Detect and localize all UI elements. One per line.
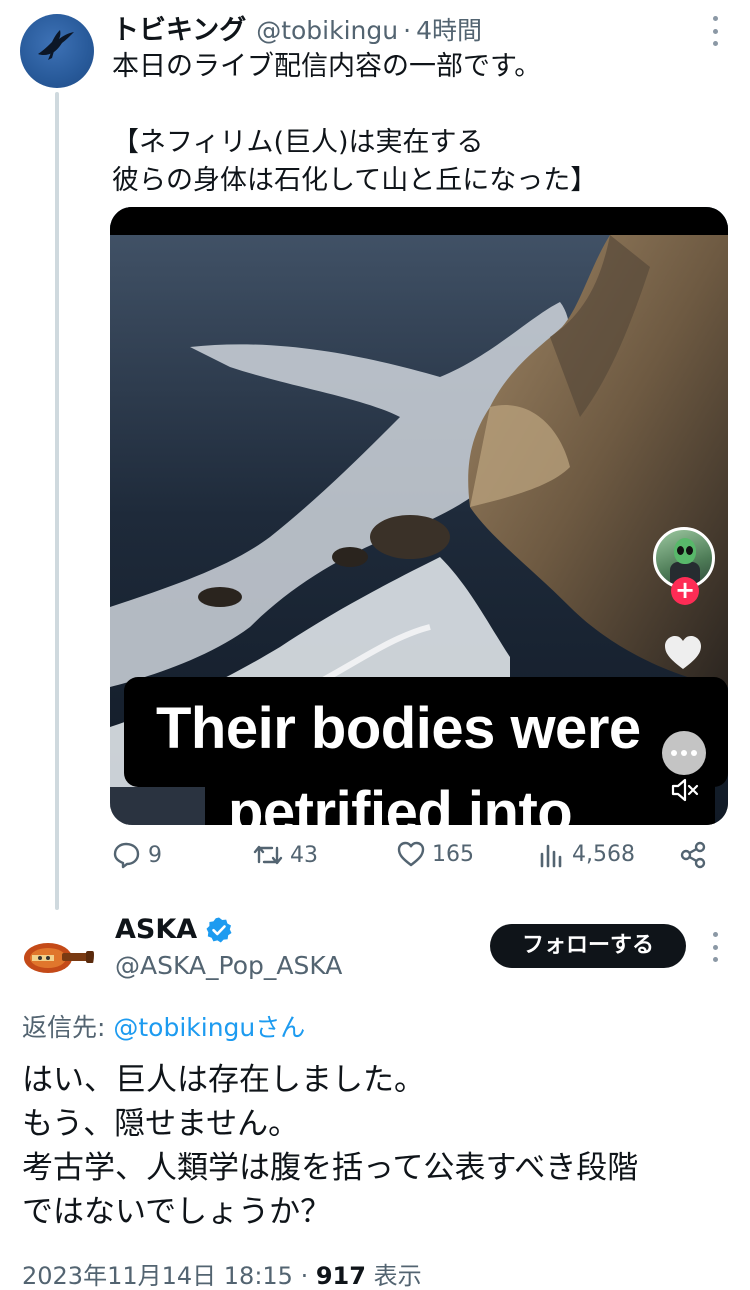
tweet1-text: 本日のライブ配信内容の一部です。 【ネフィリム(巨人)は実在する 彼らの身体は石… [112, 48, 722, 200]
tweet-meta: 2023年11月14日 18:15 · 917 表示 [22, 1256, 422, 1290]
like-button[interactable]: 165 [396, 840, 474, 868]
tweet-text-line: 彼らの身体は石化して山と丘になった】 [112, 165, 598, 196]
reply-count: 9 [148, 842, 162, 868]
reply-suffix: さん [255, 1013, 306, 1042]
views-count: 917 [315, 1262, 366, 1290]
views-button[interactable]: 4,568 [538, 840, 635, 868]
more-icon[interactable] [710, 16, 720, 46]
replying-to: 返信先: @tobikinguさん [22, 1008, 305, 1044]
heart-icon[interactable] [663, 635, 703, 671]
more-icon[interactable] [710, 932, 720, 962]
thread-connector-line [55, 92, 59, 910]
views-icon [540, 844, 562, 868]
guitar-icon [20, 918, 94, 992]
share-button[interactable] [678, 840, 708, 870]
tobikingu-avatar[interactable] [20, 14, 94, 88]
author-name[interactable]: ASKA [115, 914, 197, 945]
tweet2-author[interactable]: ASKA [115, 914, 233, 945]
like-count: 165 [432, 841, 474, 867]
views-label: 表示 [365, 1262, 422, 1290]
video-caption-line1: Their bodies were [156, 696, 641, 761]
video-more-icon[interactable] [662, 731, 706, 775]
tweet2-text: はい、巨人は存在しました。 もう、隠せません。 考古学、人類学は腹を括って公表す… [22, 1058, 732, 1234]
author-handle[interactable]: @tobikingu [256, 16, 398, 45]
retweet-count: 43 [290, 842, 318, 868]
tweet-text-line: はい、巨人は存在しました。 [22, 1062, 425, 1098]
share-icon [680, 841, 706, 869]
bird-silhouette-icon [38, 30, 74, 60]
video-caption-line2: petrified into [228, 780, 573, 825]
follow-button[interactable]: フォローする [490, 924, 686, 968]
reply-prefix: 返信先: [22, 1013, 114, 1042]
tweet-text-line: 本日のライブ配信内容の一部です。 [112, 51, 542, 82]
aska-avatar[interactable] [20, 918, 94, 992]
media-top-bar [110, 207, 728, 235]
tweet-text-line: 考古学、人類学は腹を括って公表すべき段階 [22, 1150, 639, 1186]
tweet1-action-bar: 9 43 165 4,568 [112, 840, 712, 882]
meta-separator: · [292, 1262, 316, 1290]
mute-icon[interactable] [670, 777, 700, 803]
follow-plus-button[interactable]: + [671, 577, 699, 605]
tweet-text-line: 【ネフィリム(巨人)は実在する [112, 127, 484, 158]
tweet-media-video[interactable]: + 152 Their bodies were petrified into [110, 207, 728, 825]
reply-button[interactable]: 9 [112, 840, 162, 870]
tweet-timestamp[interactable]: 2023年11月14日 18:15 [22, 1262, 293, 1290]
verified-badge-icon [206, 917, 232, 942]
tweet-text-line: ではないでしょうか？ [22, 1194, 332, 1230]
tweet-text-line-blank [112, 86, 722, 124]
tweet-time[interactable]: 4時間 [416, 11, 482, 47]
tweet-text-line: もう、隠せません。 [22, 1106, 300, 1142]
author-name[interactable]: トビキング [112, 8, 246, 47]
separator: · [403, 16, 412, 45]
reply-mention-link[interactable]: @tobikingu [113, 1013, 255, 1042]
retweet-icon [253, 845, 283, 865]
views-count: 4,568 [572, 841, 635, 867]
retweet-button[interactable]: 43 [252, 840, 318, 870]
like-icon [397, 841, 425, 867]
tweet1-header: トビキング @tobikingu · 4時間 [112, 8, 482, 46]
author-handle[interactable]: @ASKA_Pop_ASKA [115, 951, 342, 980]
reply-icon [113, 842, 140, 869]
